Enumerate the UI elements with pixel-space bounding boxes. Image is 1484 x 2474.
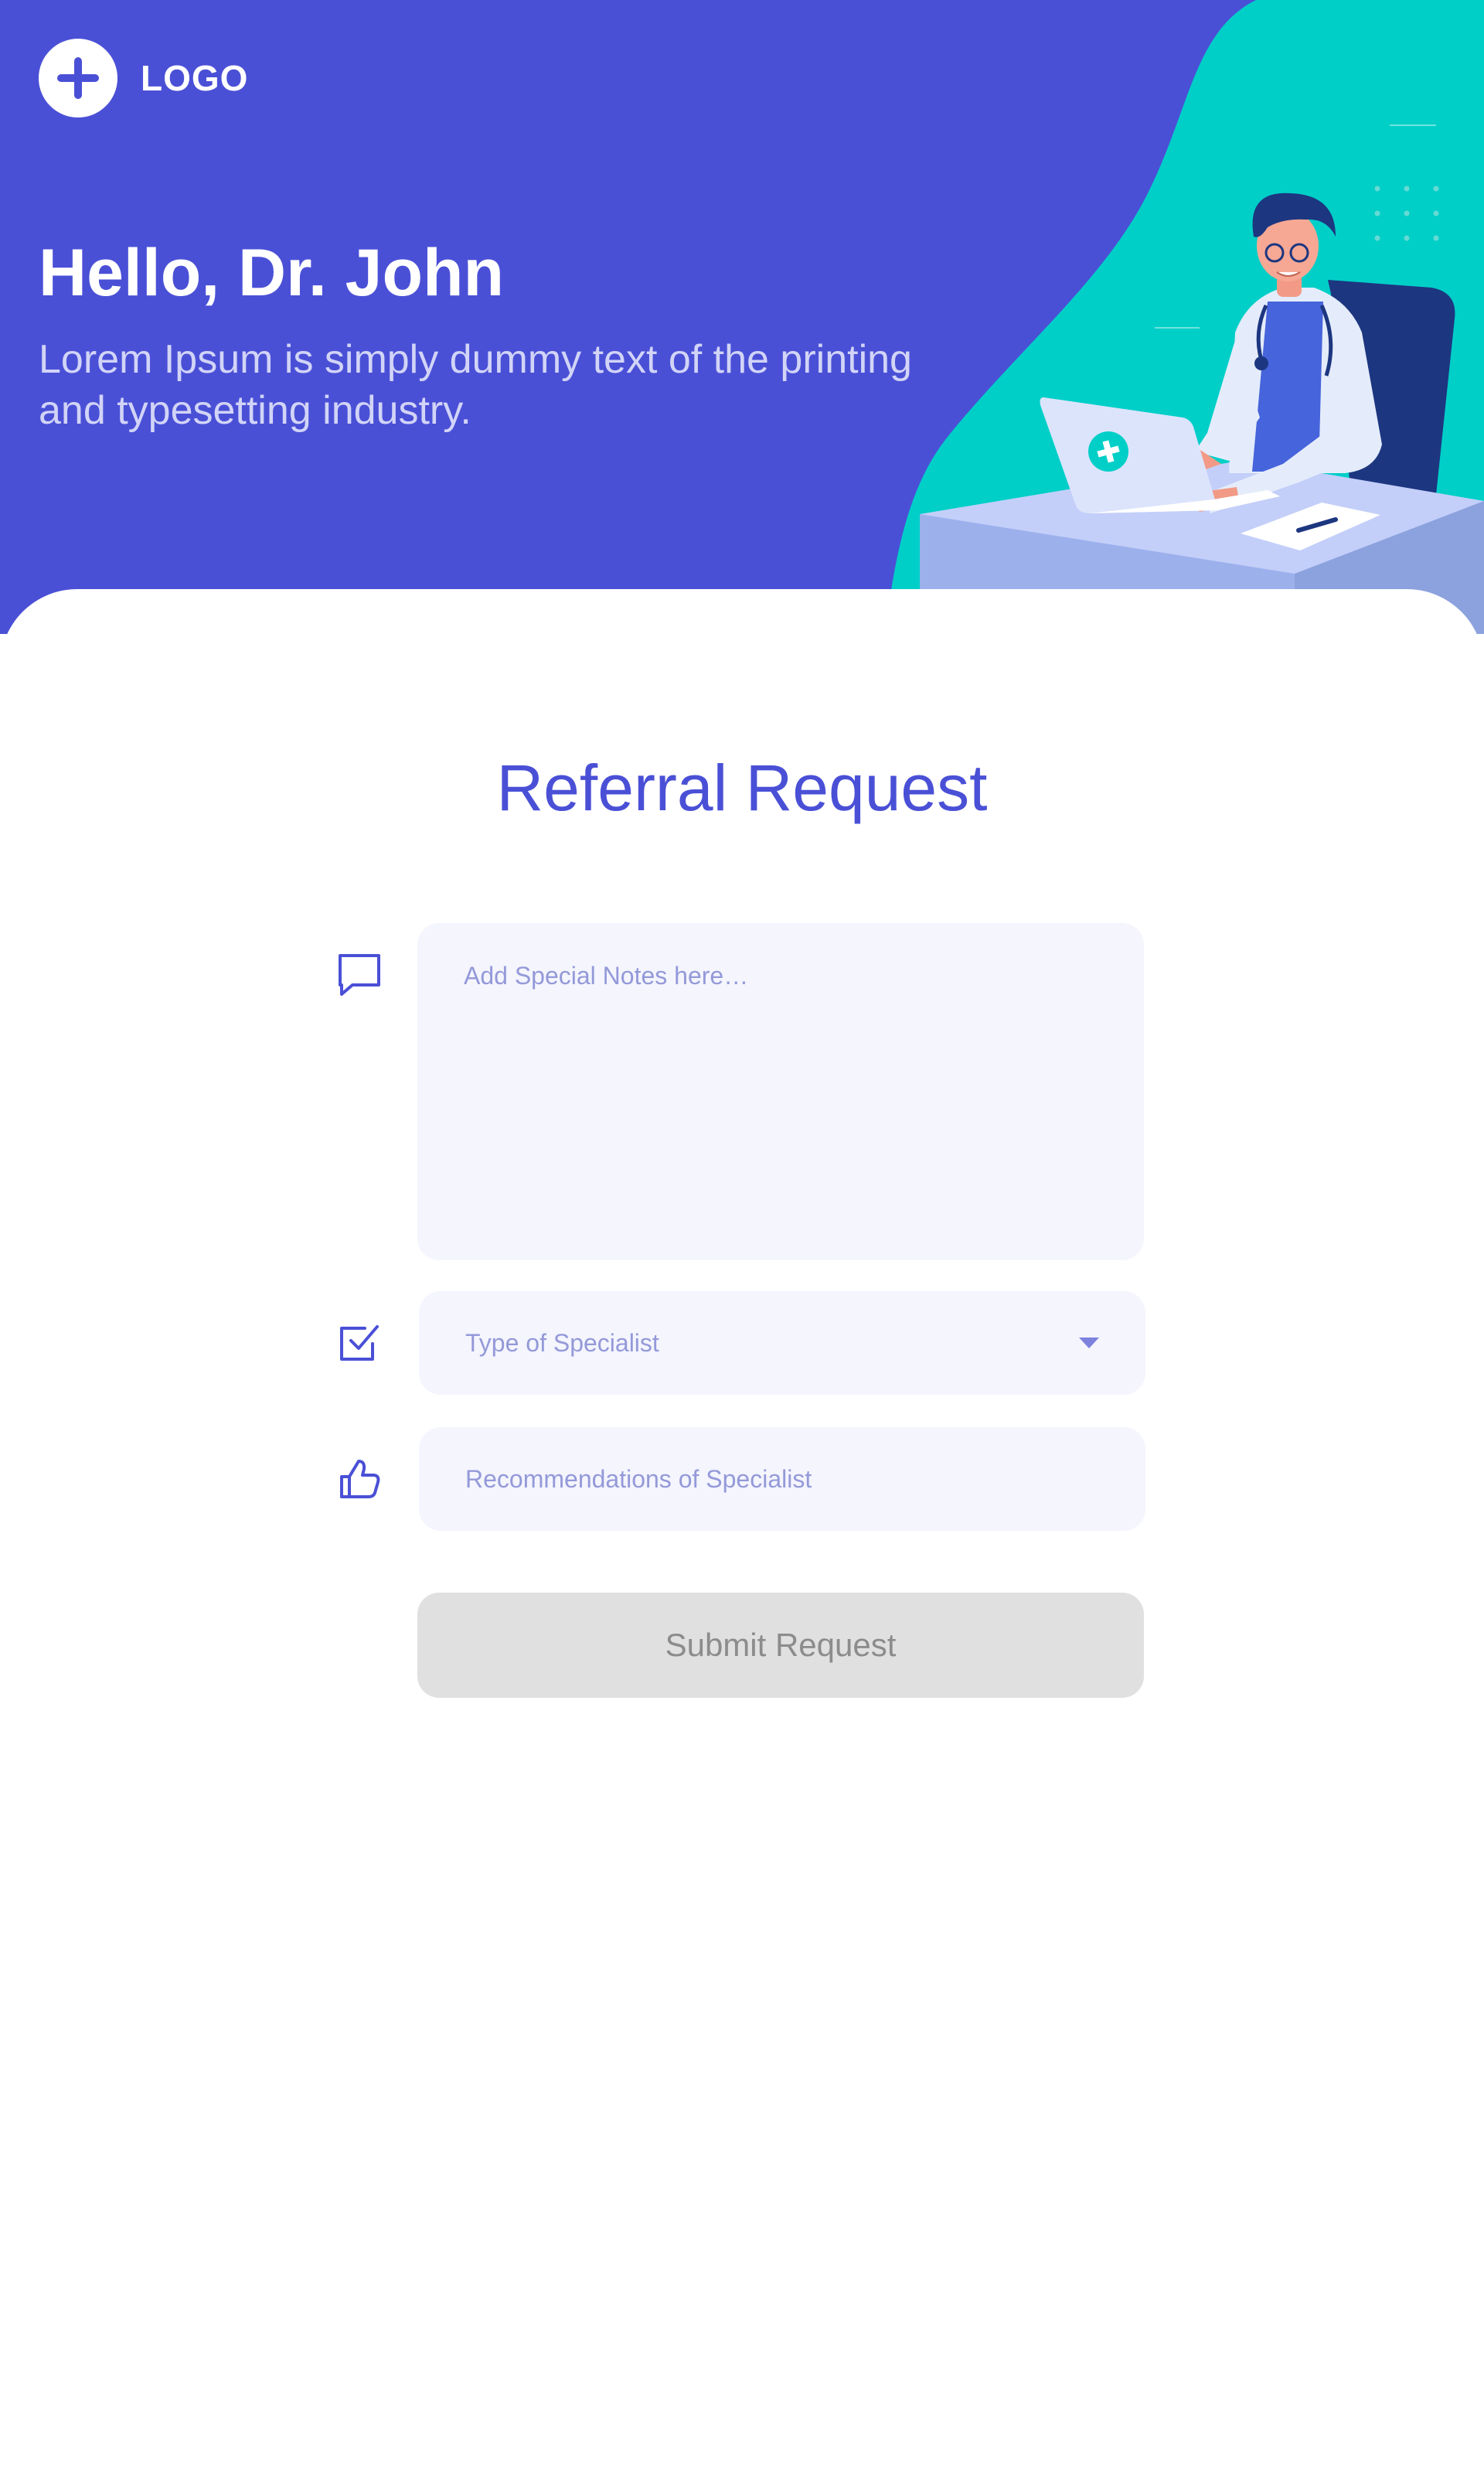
- greeting-heading: Hello, Dr. John: [39, 236, 505, 310]
- doctor-illustration: [920, 193, 1484, 634]
- header-banner: LOGO Hello, Dr. John Lorem Ipsum is simp…: [0, 0, 1484, 634]
- form-card: [0, 589, 1484, 2474]
- submit-request-button[interactable]: Submit Request: [417, 1593, 1144, 1698]
- plus-icon: [39, 39, 117, 118]
- special-notes-textarea[interactable]: Add Special Notes here…: [417, 923, 1144, 1260]
- greeting-subtitle: Lorem Ipsum is simply dummy text of the …: [39, 337, 912, 433]
- special-notes-placeholder: Add Special Notes here…: [464, 962, 749, 990]
- thumbs-up-icon: [335, 1455, 383, 1503]
- recommendations-input[interactable]: Recommendations of Specialist: [419, 1427, 1145, 1531]
- specialist-type-placeholder: Type of Specialist: [465, 1328, 659, 1357]
- checkbox-icon: [335, 1319, 383, 1367]
- chat-bubble-icon: [335, 951, 383, 999]
- logo-text: LOGO: [141, 58, 249, 98]
- form-title: Referral Request: [496, 751, 988, 824]
- recommendations-placeholder: Recommendations of Specialist: [465, 1464, 812, 1493]
- caret-down-icon[interactable]: [1079, 1338, 1099, 1348]
- logo[interactable]: LOGO: [39, 39, 248, 118]
- specialist-type-select[interactable]: Type of Specialist: [419, 1291, 1145, 1395]
